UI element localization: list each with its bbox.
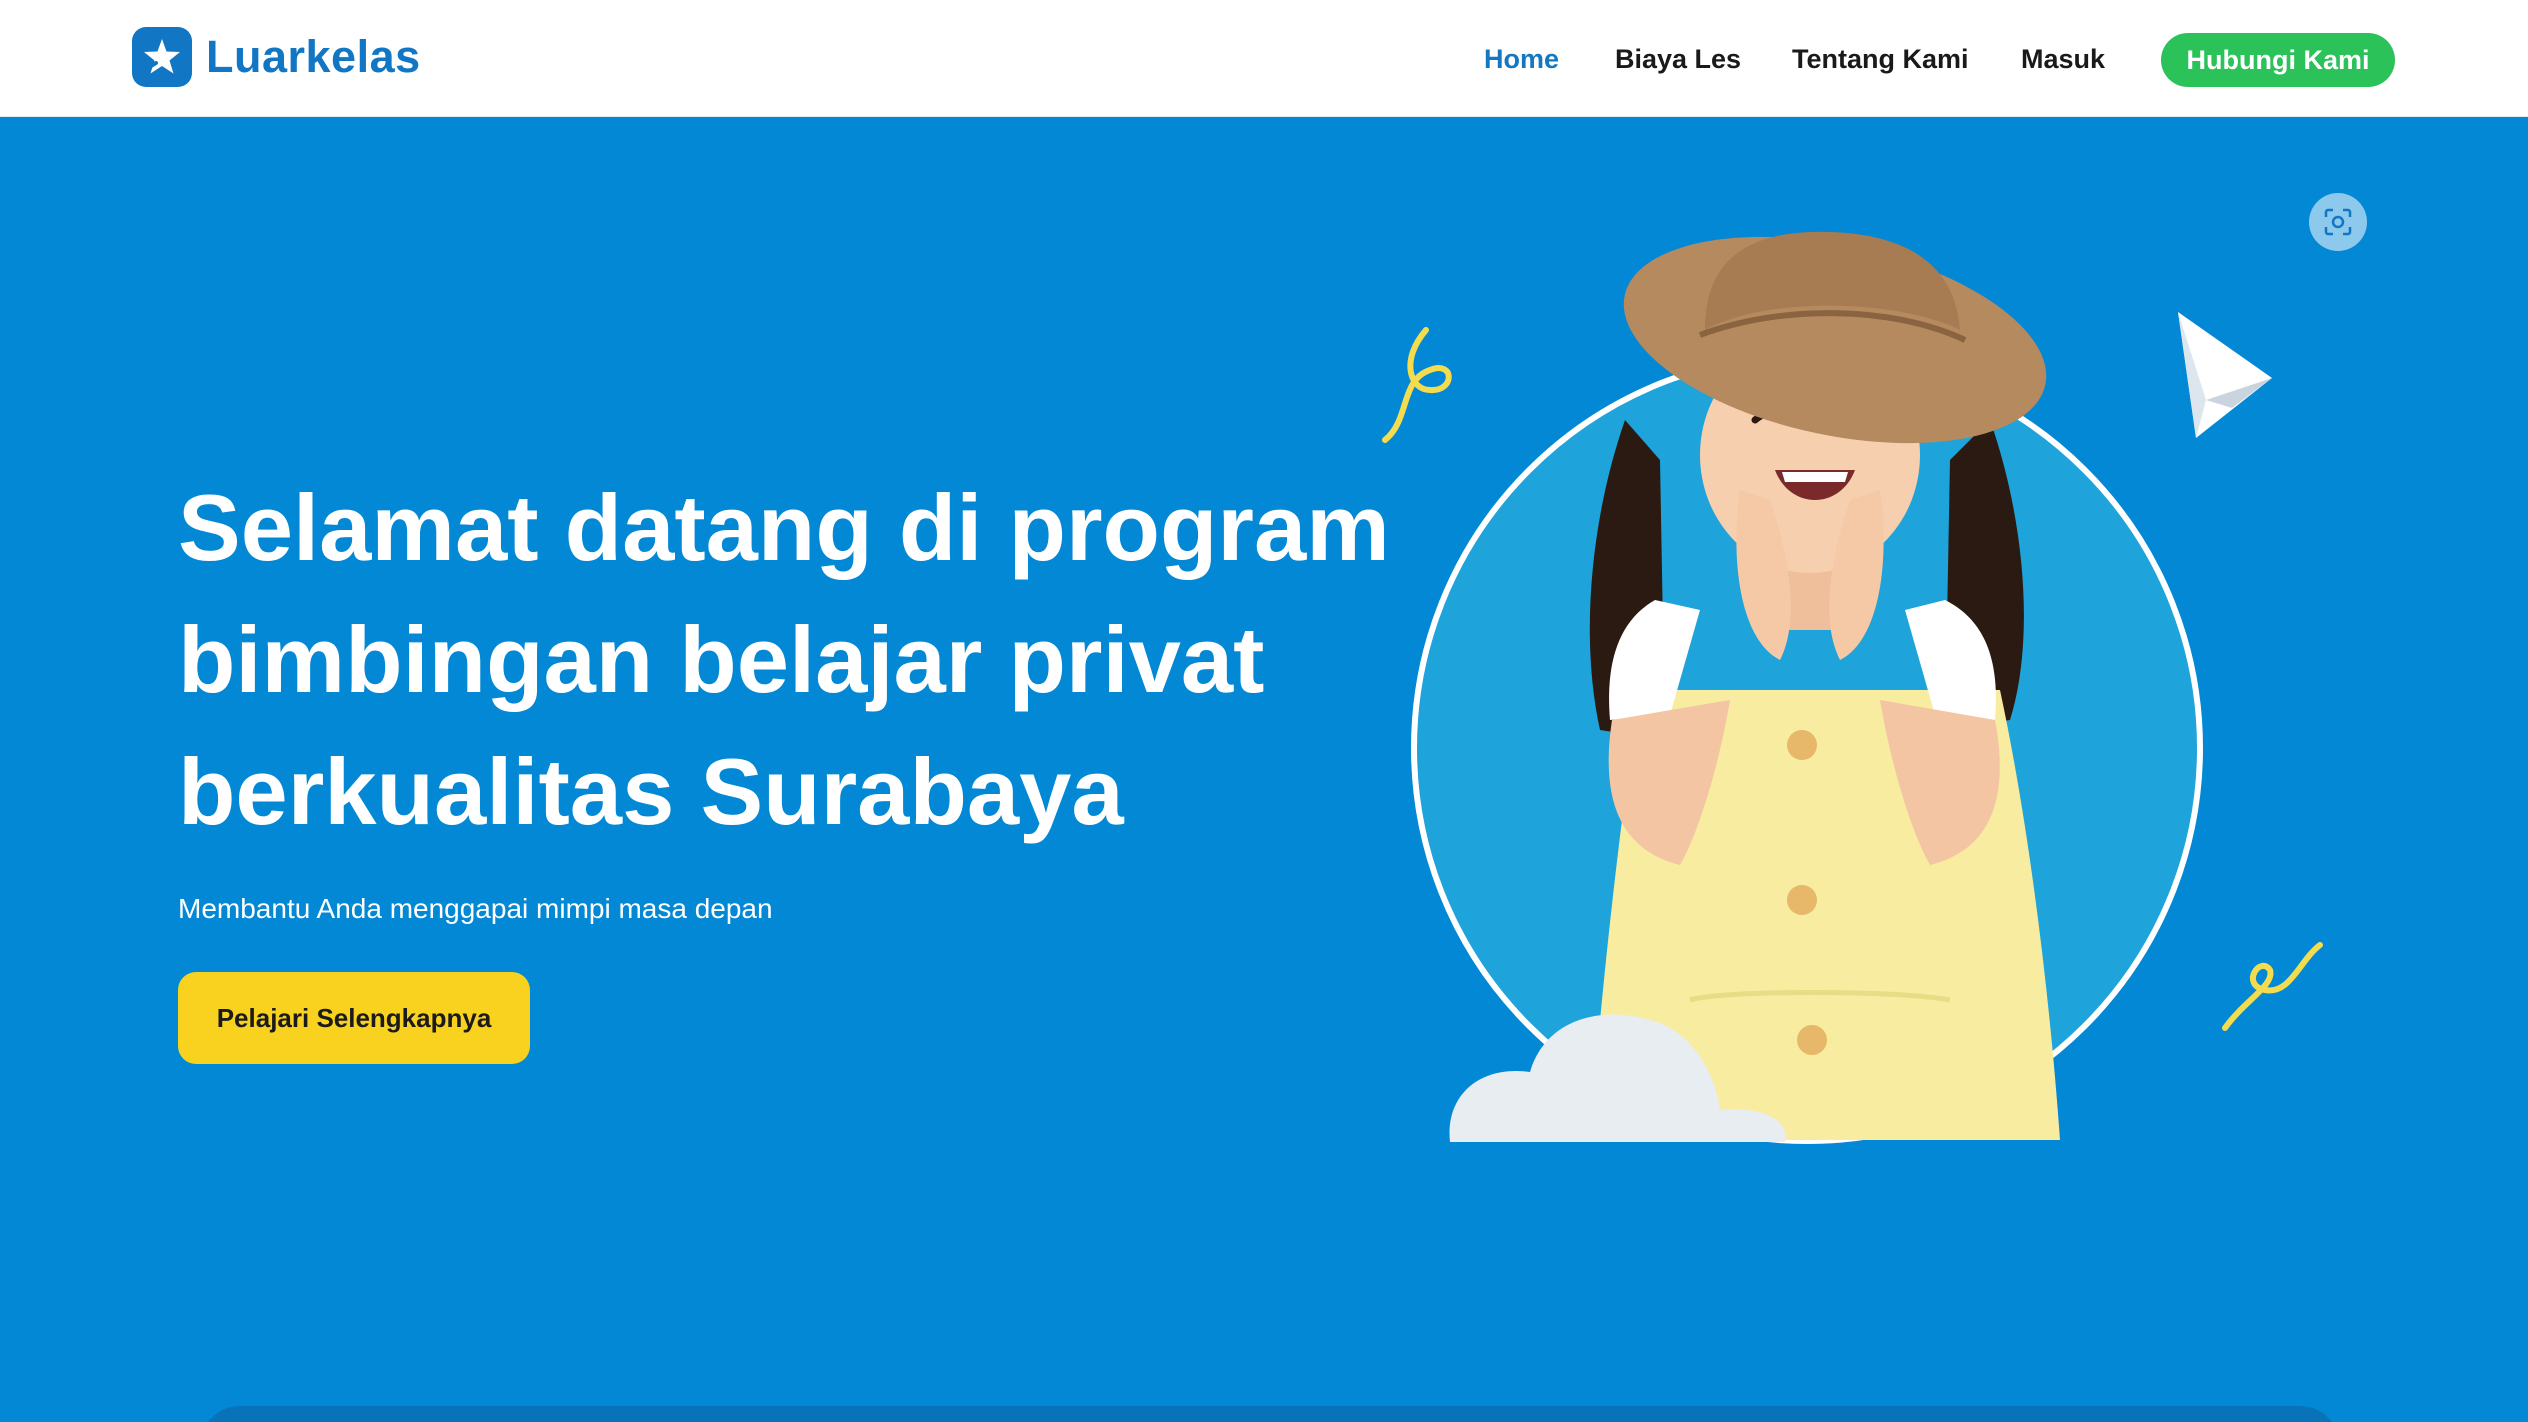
- hero-title: Selamat datang di program bimbingan bela…: [178, 462, 1408, 858]
- brand-logo[interactable]: Luarkelas: [132, 27, 421, 87]
- contact-button[interactable]: Hubungi Kami: [2161, 33, 2395, 87]
- hero-title-line-2: bimbingan belajar privat: [178, 607, 1265, 712]
- nav-tentang-kami[interactable]: Tentang Kami: [1792, 44, 1969, 75]
- brand-name: Luarkelas: [206, 31, 421, 82]
- scan-icon[interactable]: [2309, 193, 2367, 251]
- hero-title-line-3: berkualitas Surabaya: [178, 739, 1124, 844]
- hero-subtitle: Membantu Anda menggapai mimpi masa depan: [178, 893, 773, 924]
- star-icon: [132, 27, 192, 87]
- top-navbar: Luarkelas Home Biaya Les Tentang Kami Ma…: [0, 0, 2528, 117]
- nav-home[interactable]: Home: [1484, 44, 1559, 75]
- learn-more-button[interactable]: Pelajari Selengkapnya: [178, 972, 530, 1064]
- bottom-strip: [200, 1406, 2340, 1422]
- hero-title-line-1: Selamat datang di program: [178, 475, 1390, 580]
- nav-masuk[interactable]: Masuk: [2021, 44, 2105, 75]
- nav-biaya-les[interactable]: Biaya Les: [1615, 44, 1741, 75]
